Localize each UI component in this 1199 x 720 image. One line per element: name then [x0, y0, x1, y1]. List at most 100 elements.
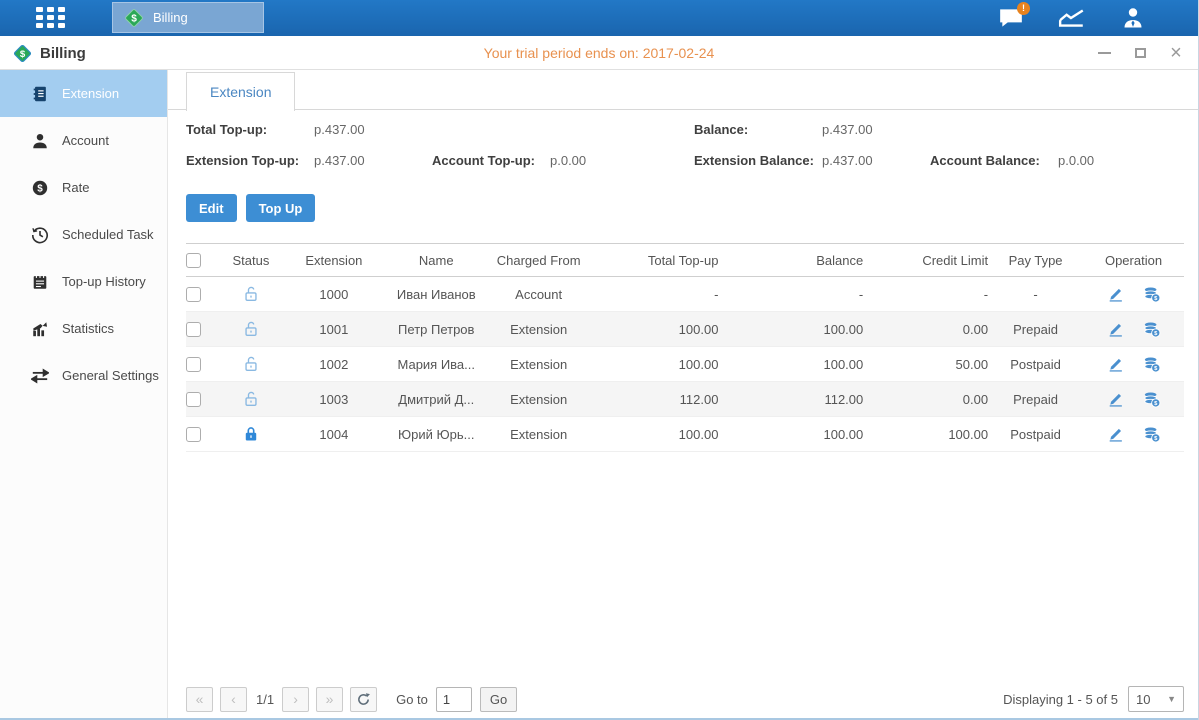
person-icon: [1121, 6, 1145, 30]
cell-balance: 112.00: [718, 382, 863, 417]
cell-balance: 100.00: [718, 347, 863, 382]
notification-badge: !: [1017, 2, 1030, 15]
cell-charged-from: Extension: [489, 382, 589, 417]
user-account-button[interactable]: [1116, 5, 1150, 31]
maximize-button[interactable]: [1132, 45, 1148, 61]
row-checkbox[interactable]: [186, 287, 201, 302]
row-checkbox[interactable]: [186, 322, 201, 337]
refresh-button[interactable]: [350, 687, 377, 712]
main-menu-grid-icon[interactable]: [34, 6, 72, 30]
topup-coins-icon[interactable]: $: [1143, 425, 1161, 443]
cell-name: Иван Иванов: [384, 277, 489, 312]
cell-pay-type: Postpaid: [988, 417, 1083, 452]
go-button[interactable]: Go: [480, 687, 517, 712]
taskbar-tab-label: Billing: [153, 10, 188, 25]
sidebar-item-label: Statistics: [62, 321, 114, 336]
top-up-button[interactable]: Top Up: [246, 194, 316, 222]
extension-topup-value: p.437.00: [314, 153, 365, 168]
goto-page-input[interactable]: [436, 687, 472, 712]
trial-notice: Your trial period ends on: 2017-02-24: [0, 36, 1198, 70]
sidebar-item-scheduled-task[interactable]: Scheduled Task: [0, 211, 167, 258]
resource-monitor-button[interactable]: [1055, 5, 1089, 31]
taskbar-billing-tab[interactable]: $ Billing: [112, 2, 264, 33]
cell-total-topup: 112.00: [589, 382, 719, 417]
account-balance-label: Account Balance:: [930, 153, 1040, 168]
topup-coins-icon[interactable]: $: [1143, 355, 1161, 373]
main-content: Extension Total Top-up: p.437.00 Balance…: [168, 70, 1198, 720]
row-checkbox[interactable]: [186, 427, 201, 442]
row-checkbox[interactable]: [186, 392, 201, 407]
svg-text:$: $: [131, 13, 137, 24]
cell-extension: 1004: [284, 417, 384, 452]
account-topup-label: Account Top-up:: [432, 153, 535, 168]
edit-pencil-icon[interactable]: [1107, 320, 1125, 338]
table-row-extension-1001: 1001Петр ПетровExtension100.00100.000.00…: [186, 312, 1184, 347]
tab-extension[interactable]: Extension: [186, 72, 295, 111]
cell-extension: 1002: [284, 347, 384, 382]
column-header-name: Name: [384, 244, 489, 277]
table-row-extension-1002: 1002Мария Ива...Extension100.00100.0050.…: [186, 347, 1184, 382]
cell-charged-from: Extension: [489, 417, 589, 452]
topup-coins-icon[interactable]: $: [1143, 285, 1161, 303]
cell-extension: 1003: [284, 382, 384, 417]
cell-charged-from: Extension: [489, 347, 589, 382]
window-titlebar: $ Billing Your trial period ends on: 201…: [0, 36, 1198, 70]
cell-total-topup: 100.00: [589, 347, 719, 382]
next-page-button[interactable]: ›: [282, 687, 309, 712]
sidebar-item-statistics[interactable]: Statistics: [0, 305, 167, 352]
sidebar-item-extension[interactable]: Extension: [0, 70, 167, 117]
row-checkbox[interactable]: [186, 357, 201, 372]
prev-page-button[interactable]: ‹: [220, 687, 247, 712]
topup-coins-icon[interactable]: $: [1143, 390, 1161, 408]
edit-pencil-icon[interactable]: [1107, 390, 1125, 408]
edit-pencil-icon[interactable]: [1107, 285, 1125, 303]
last-page-button[interactable]: »: [316, 687, 343, 712]
table-row-extension-1000: 1000Иван ИвановAccount----$: [186, 277, 1184, 312]
select-all-checkbox[interactable]: [186, 253, 201, 268]
edit-pencil-icon[interactable]: [1107, 425, 1125, 443]
sidebar-item-rate[interactable]: $Rate: [0, 164, 167, 211]
cell-name: Дмитрий Д...: [384, 382, 489, 417]
cell-balance: 100.00: [718, 417, 863, 452]
notifications-button[interactable]: !: [994, 5, 1028, 31]
minimize-button[interactable]: [1096, 45, 1112, 61]
desktop-topbar: $ Billing !: [0, 0, 1198, 36]
edit-pencil-icon[interactable]: [1107, 355, 1125, 373]
chevron-down-icon: ▼: [1167, 694, 1176, 704]
table-row-extension-1003: 1003Дмитрий Д...Extension112.00112.000.0…: [186, 382, 1184, 417]
page-size-select[interactable]: 10 ▼: [1128, 686, 1184, 712]
sidebar-item-label: Account: [62, 133, 109, 148]
close-button[interactable]: ×: [1168, 45, 1184, 61]
svg-text:$: $: [37, 183, 43, 194]
sidebar-item-general-settings[interactable]: General Settings: [0, 352, 167, 399]
sidebar-item-account[interactable]: Account: [0, 117, 167, 164]
edit-button[interactable]: Edit: [186, 194, 237, 222]
table-body: 1000Иван ИвановAccount----$1001Петр Петр…: [186, 277, 1184, 452]
dollar-circle-icon: $: [30, 178, 49, 197]
cell-pay-type: Postpaid: [988, 347, 1083, 382]
table-row-extension-1004: 1004Юрий Юрь...Extension100.00100.00100.…: [186, 417, 1184, 452]
cell-total-topup: 100.00: [589, 417, 719, 452]
sidebar-item-label: Scheduled Task: [62, 227, 154, 242]
account-topup-value: p.0.00: [550, 153, 586, 168]
pagination-bar: « ‹ 1/1 › » Go to Go Displaying 1 - 5 of…: [186, 686, 1184, 712]
cell-charged-from: Extension: [489, 312, 589, 347]
ledger-icon: [30, 84, 49, 103]
extensions-table: StatusExtensionNameCharged FromTotal Top…: [186, 243, 1184, 452]
total-topup-value: p.437.00: [314, 122, 365, 137]
total-topup-label: Total Top-up:: [186, 122, 267, 137]
first-page-button[interactable]: «: [186, 687, 213, 712]
cell-credit-limit: 0.00: [863, 382, 988, 417]
extension-topup-label: Extension Top-up:: [186, 153, 299, 168]
lock-closed-icon: [242, 425, 260, 443]
cell-pay-type: Prepaid: [988, 312, 1083, 347]
sidebar-item-top-up-history[interactable]: Top-up History: [0, 258, 167, 305]
extension-balance-value: p.437.00: [822, 153, 873, 168]
column-header-status: Status: [218, 244, 284, 277]
cell-total-topup: 100.00: [589, 312, 719, 347]
sidebar-item-label: Extension: [62, 86, 119, 101]
column-header-extension: Extension: [284, 244, 384, 277]
cell-pay-type: Prepaid: [988, 382, 1083, 417]
balance-value: p.437.00: [822, 122, 873, 137]
topup-coins-icon[interactable]: $: [1143, 320, 1161, 338]
